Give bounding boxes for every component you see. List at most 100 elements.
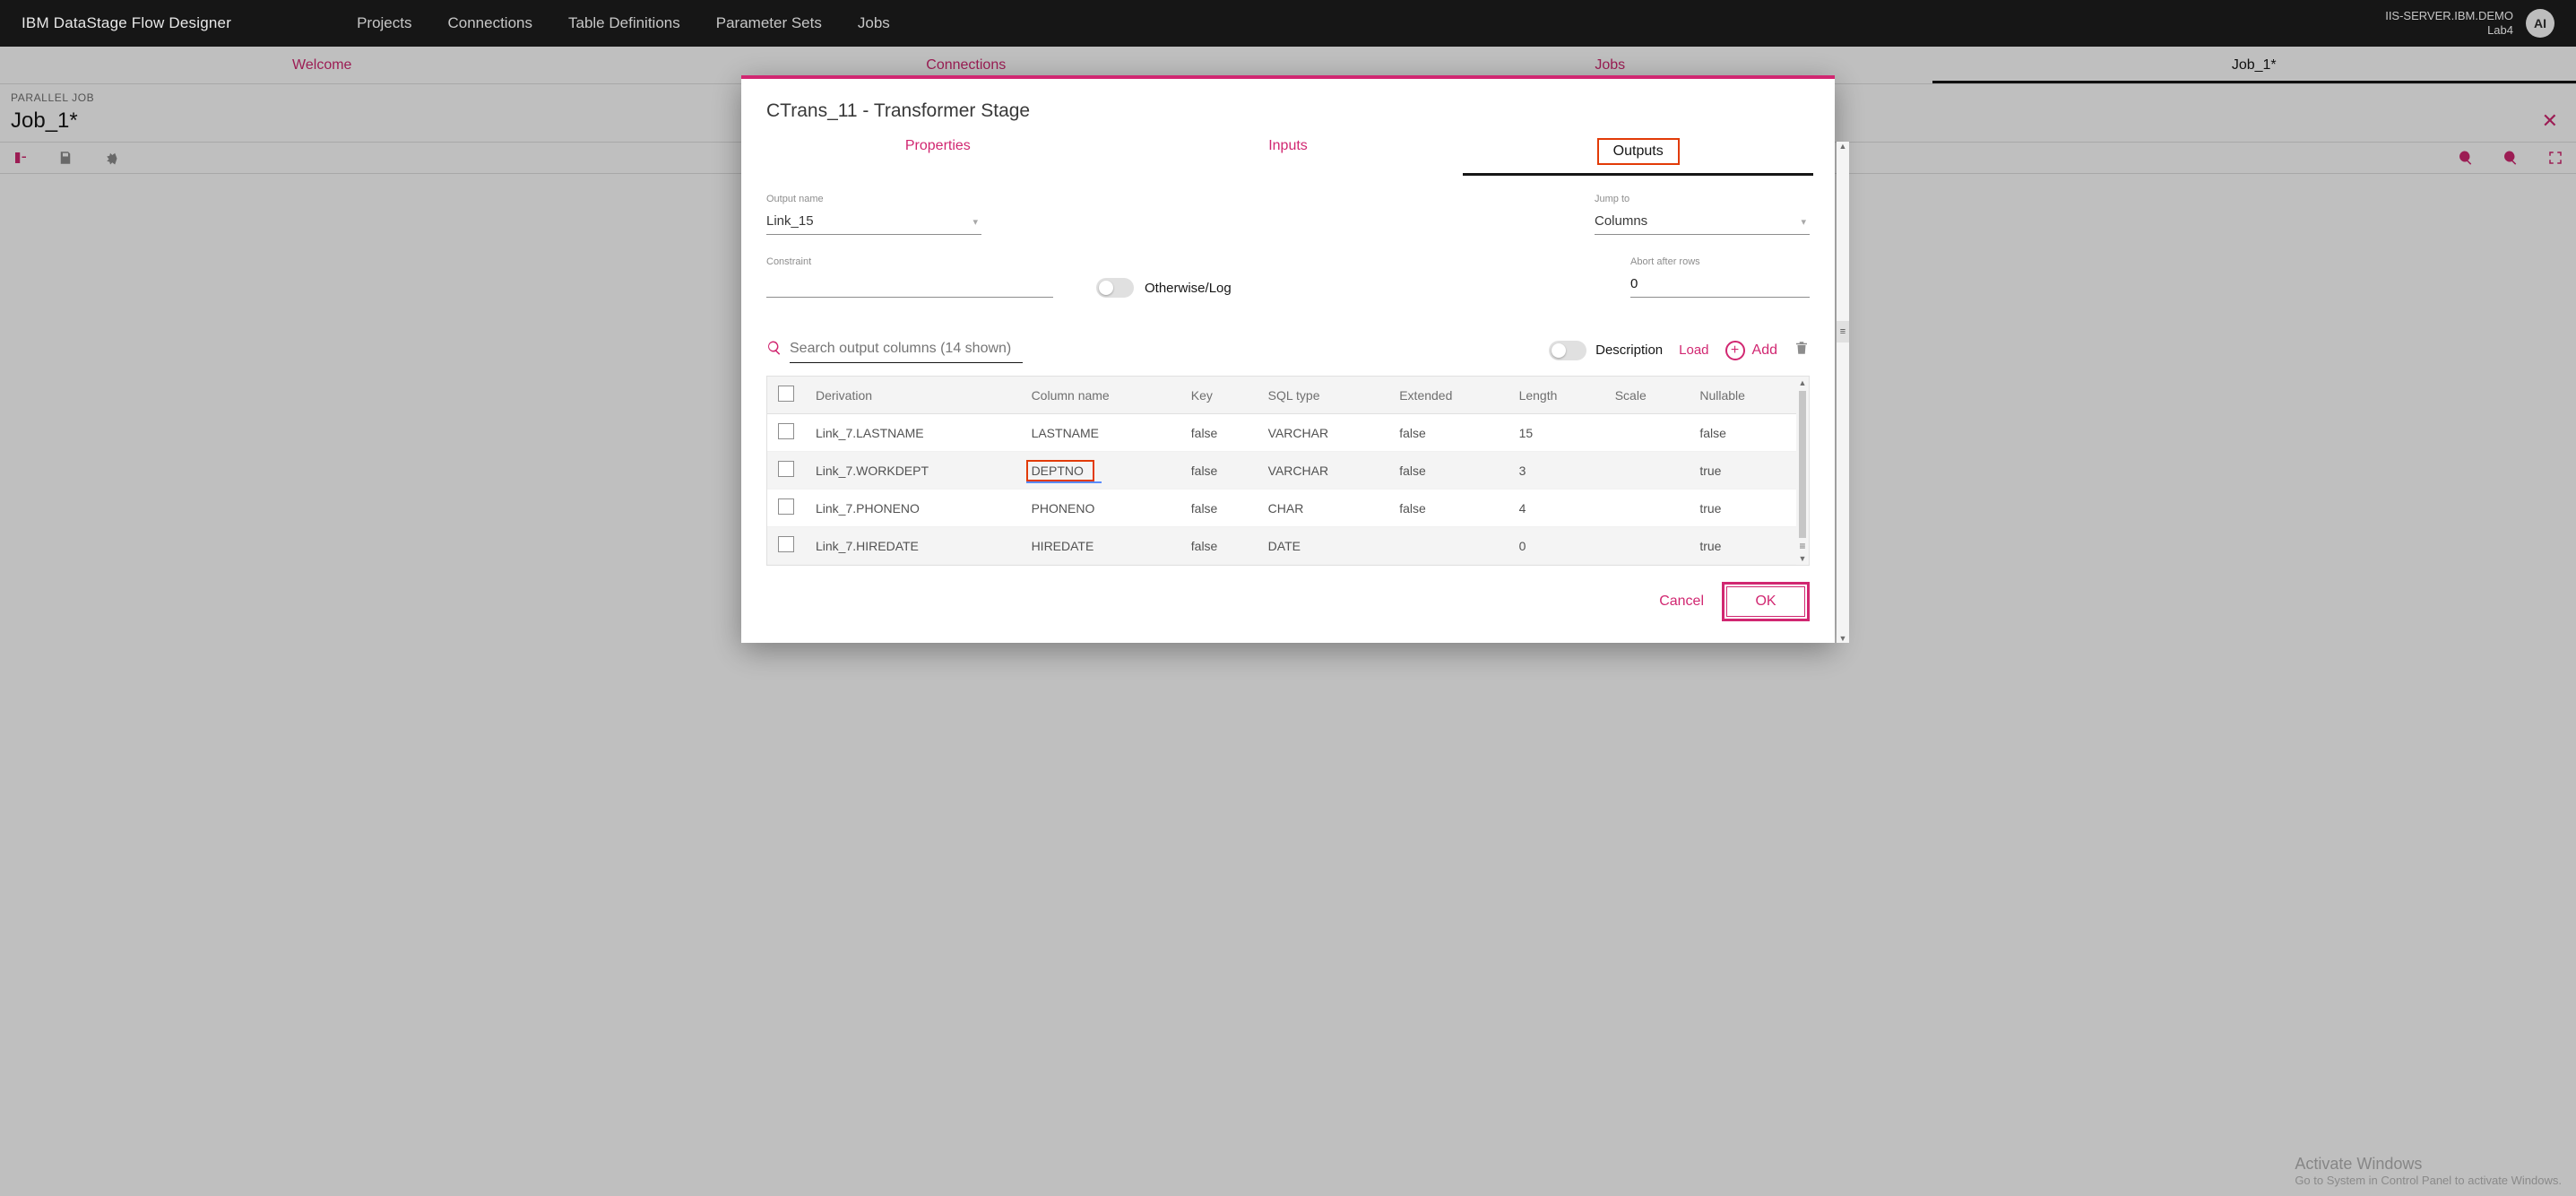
jump-to-value[interactable]: Columns	[1595, 208, 1810, 235]
scroll-down-icon[interactable]: ▼	[1799, 552, 1807, 565]
server-info: IIS-SERVER.IBM.DEMO Lab4	[2385, 9, 2513, 37]
row-checkbox[interactable]	[778, 536, 794, 552]
output-name-label: Output name	[766, 194, 981, 204]
add-label: Add	[1752, 342, 1777, 359]
cell-sqltype[interactable]: VARCHAR	[1258, 452, 1389, 490]
cell-scale[interactable]	[1604, 527, 1690, 565]
cell-nullable[interactable]: false	[1689, 414, 1796, 452]
app-nav: Projects Connections Table Definitions P…	[357, 14, 890, 32]
col-header-nullable[interactable]: Nullable	[1689, 377, 1796, 414]
table-row[interactable]: Link_7.PHONENO PHONENO false CHAR false …	[767, 490, 1796, 527]
nav-table-definitions[interactable]: Table Definitions	[568, 14, 680, 32]
col-header-sql-type[interactable]: SQL type	[1258, 377, 1389, 414]
ok-button[interactable]: OK	[1726, 586, 1805, 617]
cell-sqltype[interactable]: VARCHAR	[1258, 414, 1389, 452]
scroll-thumb[interactable]	[1799, 391, 1806, 538]
modal-tab-inputs[interactable]: Inputs	[1113, 129, 1464, 176]
description-toggle-group: Description	[1549, 341, 1663, 360]
side-menu-handle-icon[interactable]: ≡	[1837, 321, 1849, 342]
cell-column-name[interactable]: HIREDATE	[1021, 527, 1180, 565]
otherwise-toggle-group: Otherwise/Log	[1096, 278, 1232, 298]
cell-column-name[interactable]: PHONENO	[1021, 490, 1180, 527]
cell-nullable[interactable]: true	[1689, 490, 1796, 527]
search-icon	[766, 340, 782, 360]
cell-column-name[interactable]: LASTNAME	[1021, 414, 1180, 452]
app-header: IBM DataStage Flow Designer Projects Con…	[0, 0, 2576, 47]
nav-parameter-sets[interactable]: Parameter Sets	[716, 14, 822, 32]
abort-after-rows-input[interactable]	[1630, 271, 1810, 298]
modal-vertical-scrollbar[interactable]: ▲ ▼	[1837, 142, 1849, 643]
scroll-up-icon[interactable]: ▲	[1799, 377, 1807, 389]
nav-connections[interactable]: Connections	[447, 14, 532, 32]
modal-backdrop: CTrans_11 - Transformer Stage Properties…	[0, 47, 2576, 1196]
nav-jobs[interactable]: Jobs	[858, 14, 890, 32]
nav-projects[interactable]: Projects	[357, 14, 411, 32]
cell-key[interactable]: false	[1180, 452, 1258, 490]
output-name-field[interactable]: Output name Link_15	[766, 194, 981, 235]
constraint-input[interactable]	[766, 271, 1053, 298]
modal-footer: Cancel OK	[741, 566, 1835, 643]
modal-tab-outputs[interactable]: Outputs	[1463, 129, 1813, 176]
cell-length[interactable]: 3	[1508, 452, 1604, 490]
cell-nullable[interactable]: true	[1689, 452, 1796, 490]
table-vertical-scrollbar[interactable]: ▲ ≡ ▼	[1796, 377, 1809, 565]
row-checkbox[interactable]	[778, 461, 794, 477]
cell-scale[interactable]	[1604, 452, 1690, 490]
plus-circle-icon: +	[1725, 341, 1745, 360]
cell-extended[interactable]: false	[1388, 490, 1508, 527]
search-output-columns-input[interactable]	[790, 337, 1023, 363]
jump-to-label: Jump to	[1595, 194, 1810, 204]
abort-after-rows-label: Abort after rows	[1630, 256, 1810, 267]
table-row[interactable]: Link_7.LASTNAME LASTNAME false VARCHAR f…	[767, 414, 1796, 452]
col-header-key[interactable]: Key	[1180, 377, 1258, 414]
cell-key[interactable]: false	[1180, 490, 1258, 527]
cell-sqltype[interactable]: CHAR	[1258, 490, 1389, 527]
cell-key[interactable]: false	[1180, 527, 1258, 565]
description-toggle-label: Description	[1595, 342, 1663, 358]
table-row[interactable]: Link_7.WORKDEPT DEPTNO false VARCHAR fal…	[767, 452, 1796, 490]
row-checkbox[interactable]	[778, 423, 794, 439]
cell-key[interactable]: false	[1180, 414, 1258, 452]
jump-to-field[interactable]: Jump to Columns	[1595, 194, 1810, 235]
description-toggle[interactable]	[1549, 341, 1586, 360]
cell-sqltype[interactable]: DATE	[1258, 527, 1389, 565]
cell-nullable[interactable]: true	[1689, 527, 1796, 565]
add-button[interactable]: + Add	[1725, 341, 1777, 360]
col-header-length[interactable]: Length	[1508, 377, 1604, 414]
hamburger-icon[interactable]: ≡	[1799, 540, 1805, 552]
cell-derivation[interactable]: Link_7.WORKDEPT	[805, 452, 1021, 490]
col-header-column-name[interactable]: Column name	[1021, 377, 1180, 414]
cell-length[interactable]: 4	[1508, 490, 1604, 527]
delete-icon[interactable]	[1794, 340, 1810, 360]
app-title: IBM DataStage Flow Designer	[22, 14, 231, 32]
scroll-down-icon[interactable]: ▼	[1839, 634, 1847, 643]
output-name-value[interactable]: Link_15	[766, 208, 981, 235]
cell-derivation[interactable]: Link_7.LASTNAME	[805, 414, 1021, 452]
cell-extended[interactable]: false	[1388, 452, 1508, 490]
cancel-button[interactable]: Cancel	[1659, 594, 1704, 610]
transformer-stage-modal: CTrans_11 - Transformer Stage Properties…	[741, 75, 1835, 643]
columns-table: Derivation Column name Key SQL type Exte…	[767, 377, 1796, 565]
col-header-scale[interactable]: Scale	[1604, 377, 1690, 414]
modal-title: CTrans_11 - Transformer Stage	[741, 79, 1835, 129]
cell-derivation[interactable]: Link_7.HIREDATE	[805, 527, 1021, 565]
cell-extended[interactable]	[1388, 527, 1508, 565]
cell-column-name-editing[interactable]: DEPTNO	[1032, 464, 1084, 478]
cell-scale[interactable]	[1604, 414, 1690, 452]
cell-scale[interactable]	[1604, 490, 1690, 527]
scroll-up-icon[interactable]: ▲	[1839, 142, 1847, 151]
select-all-checkbox[interactable]	[778, 386, 794, 402]
cell-derivation[interactable]: Link_7.PHONENO	[805, 490, 1021, 527]
avatar[interactable]: AI	[2526, 9, 2554, 38]
modal-tab-properties[interactable]: Properties	[763, 129, 1113, 176]
col-header-derivation[interactable]: Derivation	[805, 377, 1021, 414]
table-row[interactable]: Link_7.HIREDATE HIREDATE false DATE 0 tr…	[767, 527, 1796, 565]
cell-length[interactable]: 15	[1508, 414, 1604, 452]
constraint-field[interactable]: Constraint	[766, 256, 1053, 298]
otherwise-toggle[interactable]	[1096, 278, 1134, 298]
cell-extended[interactable]: false	[1388, 414, 1508, 452]
row-checkbox[interactable]	[778, 498, 794, 515]
col-header-extended[interactable]: Extended	[1388, 377, 1508, 414]
cell-length[interactable]: 0	[1508, 527, 1604, 565]
load-button[interactable]: Load	[1679, 342, 1708, 358]
